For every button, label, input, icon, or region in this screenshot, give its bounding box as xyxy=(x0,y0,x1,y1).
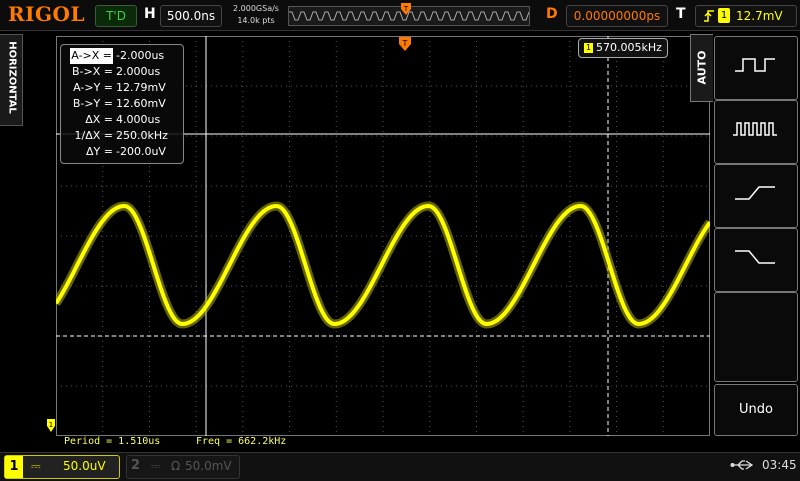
cursor-row-label: 1/ΔX = xyxy=(74,129,113,142)
horizontal-menu-tab[interactable]: HORIZONTAL xyxy=(0,34,23,126)
cursor-row-value: -200.0uV xyxy=(116,145,166,158)
auto-menu-tab[interactable]: AUTO xyxy=(690,34,713,102)
timebase-value[interactable]: 500.0ns xyxy=(160,5,222,27)
cursor-row-label: B->Y = xyxy=(72,97,113,110)
rising-edge-button[interactable] xyxy=(714,164,798,228)
cursor-row: ΔY = -200.0uV xyxy=(61,144,181,160)
horizontal-label: H xyxy=(144,6,156,22)
trigger-position-icon[interactable]: T xyxy=(400,2,412,19)
single-period-button[interactable] xyxy=(714,36,798,100)
single-period-icon xyxy=(735,58,775,72)
channel2-number: 2 xyxy=(131,458,141,473)
delay-label: D xyxy=(546,6,558,22)
cursor-row-value: 12.79mV xyxy=(116,81,166,94)
svg-text:T: T xyxy=(402,39,408,48)
trigger-level-value: 12.7mV xyxy=(736,9,783,23)
multi-period-icon xyxy=(733,122,777,136)
cursor-row-label: A->X = xyxy=(70,48,113,64)
cursor-row-value: 2.000us xyxy=(116,65,161,78)
trigger-delay-value[interactable]: 0.00000000ps xyxy=(566,5,668,27)
trigger-label: T xyxy=(676,6,686,22)
trigger-time-marker-icon[interactable]: T xyxy=(398,36,412,52)
undo-button[interactable]: Undo xyxy=(714,384,798,436)
cursor-row-label: ΔY = xyxy=(86,145,113,158)
auto-tab-label: AUTO xyxy=(695,50,709,85)
empty-softkey[interactable] xyxy=(714,292,798,382)
rising-edge-icon xyxy=(735,186,775,200)
channel2-label[interactable]: 2 ⎓ Ω 50.0mV xyxy=(126,455,240,479)
cursor-row: ΔX = 4.000us xyxy=(61,112,181,128)
cursor-row-value: 250.0kHz xyxy=(116,129,168,142)
cursor-row-label: ΔX = xyxy=(85,113,113,126)
frequency-value: 570.005kHz xyxy=(596,41,662,54)
trigger-source-badge: 1 xyxy=(718,8,730,23)
channel1-ground-marker-icon[interactable]: 1 xyxy=(46,418,58,434)
cursor-row: B->Y = 12.60mV xyxy=(61,96,181,112)
measurement-results: Period = 1.510us Freq = 662.2kHz xyxy=(56,436,710,450)
cursor-row-label: B->X = xyxy=(72,65,113,78)
impedance-icon: Ω xyxy=(171,459,181,473)
run-stop-status[interactable]: T'D xyxy=(95,5,137,27)
cursor-row-value: -2.000us xyxy=(116,49,165,62)
bottom-status-bar xyxy=(0,452,800,481)
memory-depth: 14.0k pts xyxy=(237,16,275,25)
svg-text:1: 1 xyxy=(49,421,53,429)
channel1-badge-icon: 1 xyxy=(584,43,594,53)
frequency-measurement: Freq = 662.2kHz xyxy=(196,436,287,447)
falling-edge-icon xyxy=(735,250,775,264)
frequency-counter: 1 570.005kHz xyxy=(578,38,668,58)
dc-coupling-icon: ⎓ xyxy=(31,459,41,473)
multi-period-button[interactable] xyxy=(714,100,798,164)
channel1-label[interactable]: 1 ⎓ 50.0uV xyxy=(4,455,120,479)
trigger-level-box[interactable]: 1 12.7mV xyxy=(695,5,797,27)
cursor-row: A->X = -2.000us xyxy=(61,48,181,64)
cursor-row: 1/ΔX = 250.0kHz xyxy=(61,128,181,144)
dc-coupling-icon: ⎓ xyxy=(151,459,161,473)
falling-edge-button[interactable] xyxy=(714,228,798,292)
channel1-number: 1 xyxy=(5,456,23,478)
cursor-row: A->Y = 12.79mV xyxy=(61,80,181,96)
channel2-scale: 50.0mV xyxy=(185,459,232,473)
usb-icon xyxy=(730,459,756,474)
svg-text:T: T xyxy=(403,5,409,13)
horizontal-tab-label: HORIZONTAL xyxy=(6,41,18,114)
period-measurement: Period = 1.510us xyxy=(64,436,161,447)
cursor-row-label: A->Y = xyxy=(73,81,113,94)
cursor-row-value: 12.60mV xyxy=(116,97,166,110)
cursor-row-value: 4.000us xyxy=(116,113,161,126)
cursor-row: B->X = 2.000us xyxy=(61,64,181,80)
rising-edge-trigger-icon xyxy=(704,10,714,22)
sample-rate: 2.000GSa/s xyxy=(233,4,279,13)
channel1-scale: 50.0uV xyxy=(63,459,106,473)
system-clock: 03:45 xyxy=(762,458,797,472)
cursor-measurement-panel: A->X = -2.000us B->X = 2.000us A->Y = 12.79mV… xyxy=(60,44,184,164)
brand-logo: RIGOL xyxy=(8,2,86,26)
